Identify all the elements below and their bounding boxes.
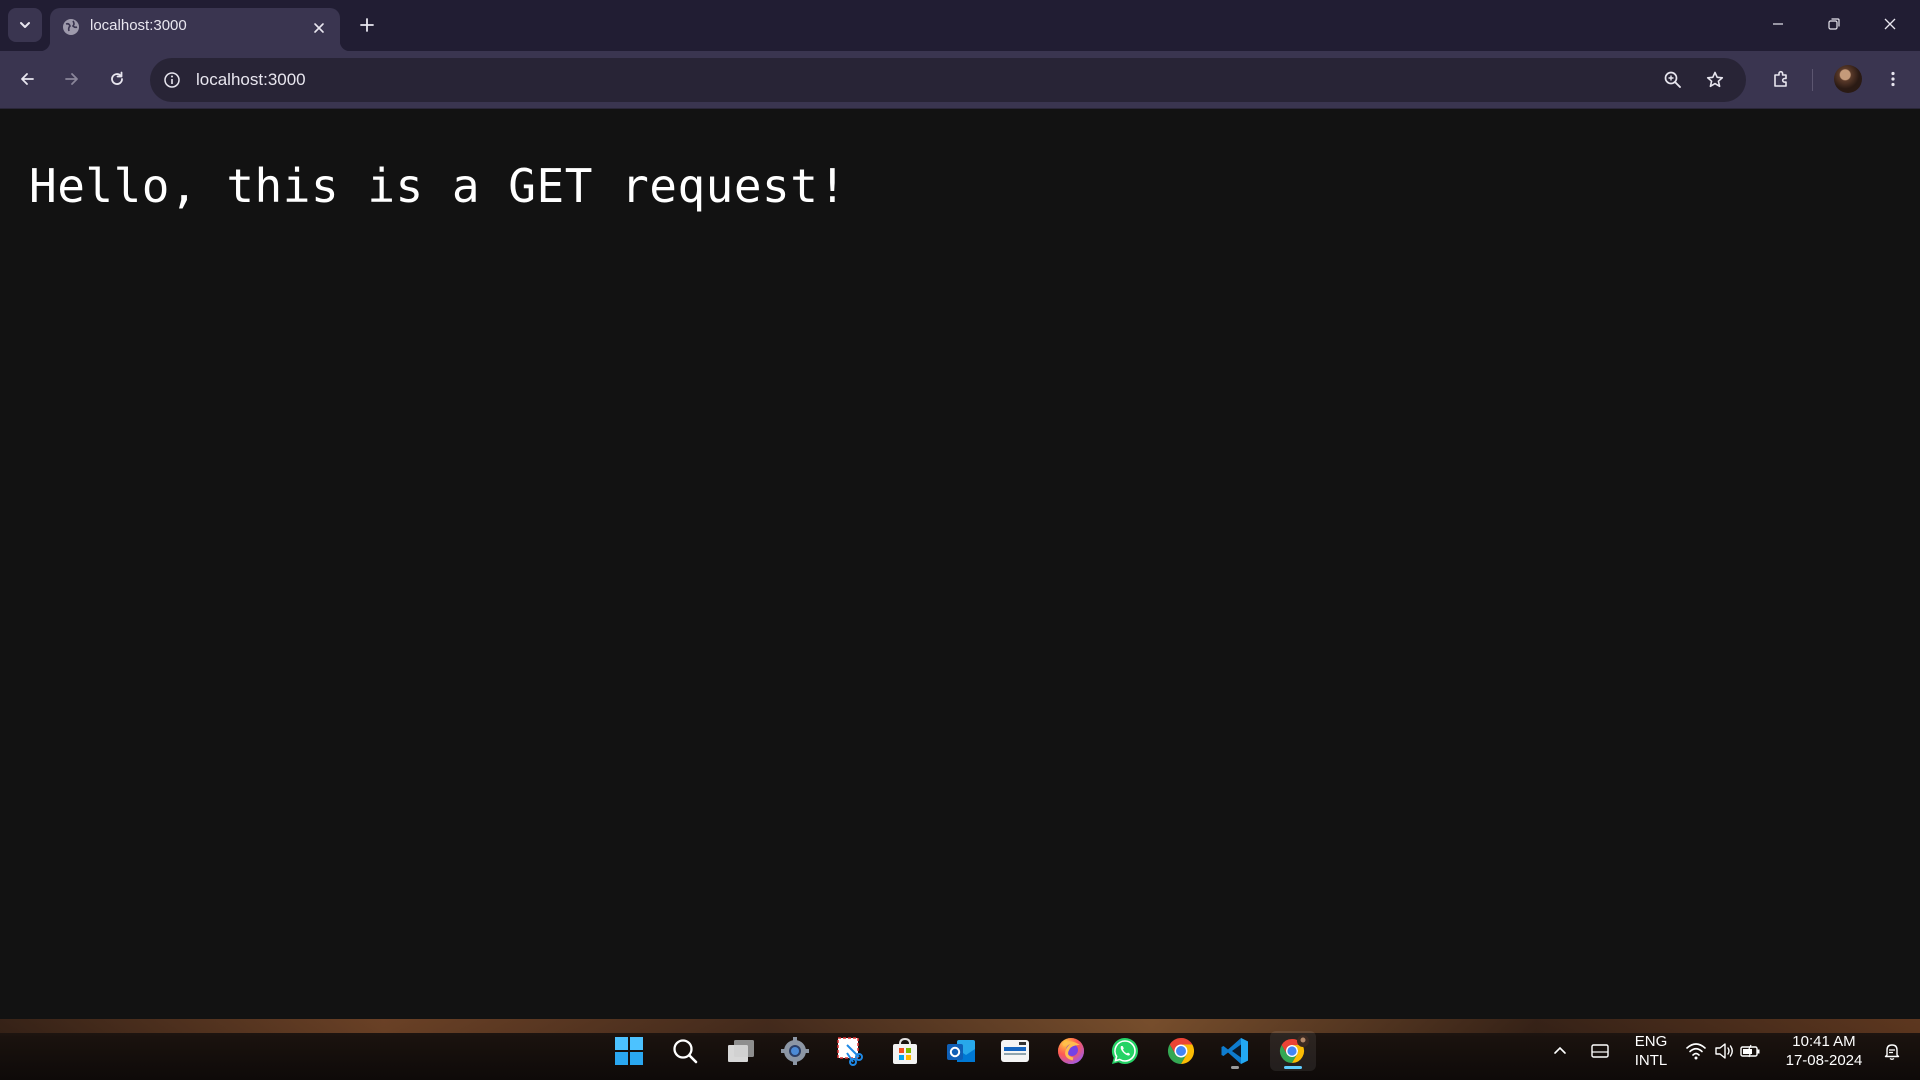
menu-button[interactable] — [1876, 62, 1910, 96]
close-icon — [1884, 18, 1896, 30]
reload-button[interactable] — [100, 62, 134, 96]
site-info-button[interactable] — [160, 68, 184, 92]
taskbar-vscode[interactable] — [1215, 1031, 1255, 1071]
chrome-profile-icon — [1279, 1035, 1309, 1063]
tab-close-button[interactable] — [308, 17, 330, 39]
vscode-icon — [1221, 1038, 1248, 1064]
tab-search-button[interactable] — [8, 8, 42, 42]
taskbar-firefox[interactable] — [1051, 1031, 1091, 1071]
language-line1: ENG — [1634, 1033, 1668, 1050]
arrow-right-icon — [65, 73, 78, 85]
whatsapp-icon — [1111, 1037, 1138, 1064]
wifi-icon — [1686, 1043, 1706, 1060]
taskbar-chrome-active[interactable] — [1270, 1031, 1316, 1071]
star-icon — [1706, 71, 1724, 88]
active-indicator — [1284, 1066, 1302, 1069]
arrow-left-icon — [21, 73, 34, 85]
taskbar-search[interactable] — [665, 1031, 705, 1071]
volume-icon — [1715, 1043, 1733, 1059]
new-tab-button[interactable] — [352, 10, 382, 40]
page-content: Hello, this is a GET request! — [0, 109, 1920, 1019]
info-icon — [164, 72, 180, 88]
firefox-icon — [1058, 1038, 1084, 1064]
zoom-button[interactable] — [1658, 65, 1688, 95]
taskbar-microsoft-store[interactable] — [885, 1031, 925, 1071]
search-icon — [673, 1039, 698, 1064]
taskbar-outlook[interactable] — [941, 1031, 981, 1071]
clock-time: 10:41 AM — [1792, 1033, 1856, 1050]
forward-button[interactable] — [55, 62, 89, 96]
running-indicator — [1231, 1066, 1239, 1069]
taskbar-snipping-tool[interactable] — [831, 1031, 871, 1071]
taskbar-settings[interactable] — [775, 1031, 815, 1071]
notification-bell-icon — [1884, 1044, 1900, 1060]
tab-localhost[interactable]: localhost:3000 — [40, 8, 350, 51]
restore-icon — [1828, 18, 1840, 30]
puzzle-icon — [1774, 70, 1787, 87]
language-indicator[interactable]: ENG INTL — [1628, 1032, 1674, 1070]
taskbar-start[interactable] — [609, 1031, 649, 1071]
response-text: Hello, this is a GET request! — [29, 159, 847, 213]
tray-overflow-button[interactable] — [1542, 1031, 1578, 1071]
chevron-down-icon — [20, 22, 30, 28]
language-line2: INTL — [1634, 1052, 1668, 1069]
windows-taskbar: ENG INTL 10:41 AM 17-08-2024 — [0, 1019, 1920, 1080]
close-window-button[interactable] — [1862, 0, 1918, 48]
settings-icon — [781, 1037, 809, 1065]
notification-button[interactable] — [1874, 1031, 1910, 1071]
battery-icon — [1740, 1044, 1760, 1058]
taskbar-whatsapp[interactable] — [1105, 1031, 1145, 1071]
outlook-icon — [947, 1040, 975, 1062]
tray-touch-keyboard[interactable] — [1582, 1031, 1618, 1071]
address-bar[interactable]: localhost:3000 — [150, 58, 1746, 102]
clock-date: 17-08-2024 — [1785, 1052, 1863, 1069]
reload-icon — [111, 71, 123, 85]
plus-icon — [360, 18, 374, 32]
minimize-icon — [1773, 23, 1783, 25]
scanner-app-icon — [1001, 1040, 1029, 1062]
tab-strip: localhost:3000 — [0, 0, 1920, 51]
profile-avatar[interactable] — [1834, 65, 1862, 93]
taskbar-scanner[interactable] — [995, 1031, 1035, 1071]
snipping-tool-icon — [837, 1037, 863, 1066]
keyboard-icon — [1591, 1044, 1609, 1058]
close-icon — [314, 23, 324, 33]
tab-title: localhost:3000 — [90, 17, 187, 34]
taskbar-task-view[interactable] — [721, 1031, 761, 1071]
chevron-up-icon — [1554, 1046, 1566, 1054]
microsoft-store-icon — [893, 1037, 917, 1064]
url-text: localhost:3000 — [196, 70, 306, 89]
back-button[interactable] — [10, 62, 44, 96]
browser-toolbar: localhost:3000 — [0, 51, 1920, 109]
task-view-icon — [728, 1040, 754, 1062]
taskbar-chrome[interactable] — [1161, 1031, 1201, 1071]
more-vertical-icon — [1891, 71, 1895, 87]
extensions-button[interactable] — [1764, 62, 1798, 96]
chrome-icon — [1167, 1037, 1195, 1065]
restore-button[interactable] — [1806, 0, 1862, 48]
toolbar-divider — [1812, 69, 1813, 91]
zoom-in-icon — [1664, 71, 1681, 88]
globe-icon — [63, 19, 79, 35]
clock[interactable]: 10:41 AM 17-08-2024 — [1778, 1032, 1870, 1070]
minimize-button[interactable] — [1750, 0, 1806, 48]
bookmark-button[interactable] — [1700, 65, 1730, 95]
start-icon — [615, 1037, 643, 1065]
tray-quick-settings[interactable] — [1680, 1031, 1766, 1071]
